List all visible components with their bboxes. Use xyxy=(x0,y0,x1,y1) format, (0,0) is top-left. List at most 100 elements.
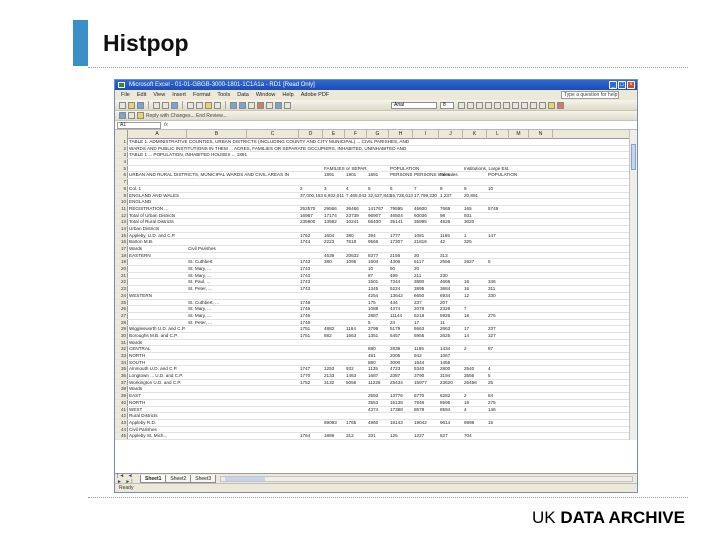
cell[interactable]: 35995 xyxy=(414,219,427,225)
cell[interactable]: 4666 xyxy=(440,279,450,285)
sort-icon[interactable] xyxy=(266,101,273,109)
merge-icon[interactable] xyxy=(512,102,519,109)
cell[interactable]: 79595 xyxy=(390,206,403,212)
cell[interactable]: 8595 xyxy=(440,400,450,406)
cell[interactable]: Civil Parishes xyxy=(129,427,157,433)
close-icon[interactable]: × xyxy=(627,81,635,89)
cell[interactable]: CENTRAL xyxy=(129,346,150,352)
table-row[interactable]: 34 SOUTH 880 3000 1544 1455 xyxy=(115,359,637,367)
hyperlink-icon[interactable] xyxy=(248,101,255,109)
cell[interactable]: 3553 xyxy=(368,400,378,406)
cell[interactable]: 2839 xyxy=(390,346,400,352)
table-row[interactable]: 8 Col. 1 2 3 4 5 6 7 8 9 10 xyxy=(115,185,637,193)
cell[interactable]: St. Cuthbert xyxy=(188,259,213,265)
cell[interactable]: FAMILIES or SEPAR. xyxy=(324,166,368,172)
table-row[interactable]: 9 ENGLAND AND WALES 37,000,153 6,932,011 7,4… xyxy=(115,192,637,200)
row-header[interactable]: 11 xyxy=(115,205,128,212)
cell[interactable]: POPULATION xyxy=(390,166,419,172)
cell[interactable]: 2593 xyxy=(368,393,378,399)
cell[interactable]: 23620 xyxy=(440,380,453,386)
row-header[interactable]: 36 xyxy=(115,373,128,379)
cell[interactable]: Workington U.D. and C.P. xyxy=(129,380,181,386)
column-header[interactable]: B xyxy=(187,130,247,139)
cell[interactable]: 2 xyxy=(464,393,467,399)
cell[interactable]: 1743 xyxy=(300,259,310,265)
cell[interactable]: St. Mary, ... xyxy=(188,313,211,319)
cell[interactable]: Urban Districts xyxy=(129,226,159,232)
cell[interactable]: 1752 xyxy=(300,380,310,386)
maximize-icon[interactable]: □ xyxy=(618,81,626,89)
cell[interactable]: 1165 xyxy=(440,233,450,239)
menu-item-adobe-pdf[interactable]: Adobe PDF xyxy=(301,90,329,100)
cell[interactable]: 1463 xyxy=(346,373,356,379)
cell[interactable]: 2223 xyxy=(324,239,334,245)
horizontal-scrollbar[interactable] xyxy=(220,475,633,482)
menu-item-data[interactable]: Data xyxy=(237,90,249,100)
cell[interactable]: 13582 xyxy=(324,219,337,225)
cell[interactable]: 1501 xyxy=(368,279,378,285)
cell[interactable]: TABLE 1. ADMINISTRATIVE COUNTIES, URBAN … xyxy=(129,139,409,145)
table-row[interactable]: 16 Barton M.B. 1744 2223 7618 9566 17307 21816 4… xyxy=(115,239,637,246)
cell[interactable]: 15138 xyxy=(390,400,403,406)
cell[interactable]: 9 xyxy=(464,186,467,192)
cell[interactable]: 4723 xyxy=(390,366,400,372)
cell[interactable]: 3798 xyxy=(368,326,378,332)
undo-icon[interactable] xyxy=(230,101,237,109)
table-row[interactable]: 13 Total of Rural Districts 235900 13582 102… xyxy=(115,219,637,226)
cell[interactable]: Wards xyxy=(129,386,142,392)
table-row[interactable]: 5 FAMILIES or SEPAR. POPULATION Institution… xyxy=(115,165,637,173)
cell[interactable]: 7344 xyxy=(390,279,400,285)
cell[interactable]: NORTH xyxy=(129,353,145,359)
cell[interactable]: 2156 xyxy=(390,253,400,259)
column-header[interactable]: K xyxy=(463,130,487,139)
row-header[interactable]: 34 xyxy=(115,359,128,366)
cell[interactable]: 5926 xyxy=(440,313,450,319)
cell[interactable]: 4 xyxy=(488,366,491,372)
table-row[interactable]: 14 Urban Districts xyxy=(115,225,637,233)
cell[interactable]: 882 xyxy=(324,333,332,339)
cell[interactable]: 24 xyxy=(390,320,395,326)
cell[interactable]: 17 xyxy=(414,320,419,326)
cell[interactable]: 17 xyxy=(464,326,469,332)
cell[interactable]: 1777 xyxy=(390,233,400,239)
fx-icon[interactable]: fx xyxy=(161,122,171,128)
cell[interactable]: 5224 xyxy=(390,286,400,292)
cell[interactable]: 1891 xyxy=(324,172,334,178)
cell[interactable]: 30 xyxy=(414,253,419,259)
cell[interactable]: Boroughs M.B. and C.P. xyxy=(129,333,178,339)
tab-sheet2[interactable]: Sheet2 xyxy=(165,474,192,483)
row-header[interactable]: 7 xyxy=(115,179,128,185)
cell[interactable]: 931 xyxy=(464,213,472,219)
cell[interactable]: 87 xyxy=(488,346,493,352)
cell[interactable]: 6,932,011 xyxy=(324,193,344,199)
table-row[interactable]: 39 EAST 2593 13776 6770 6282 2 84 xyxy=(115,393,637,400)
cell[interactable]: 5 xyxy=(488,259,491,265)
table-row[interactable]: 41 WEST 4374 17388 8578 8594 4 146 xyxy=(115,406,637,414)
cell[interactable]: 11 xyxy=(440,320,445,326)
cell[interactable]: 481 xyxy=(368,353,376,359)
table-row[interactable]: 20 St. Mary, ... 1743 10 50 20 xyxy=(115,266,637,273)
print-preview-icon[interactable] xyxy=(162,101,169,109)
review-icon[interactable] xyxy=(119,112,126,119)
cell[interactable]: 4374 xyxy=(390,306,400,312)
cell[interactable]: 1351 xyxy=(368,333,378,339)
cell[interactable]: 1746 xyxy=(300,306,310,312)
italic-icon[interactable] xyxy=(467,102,474,109)
cell[interactable]: 4826 xyxy=(440,219,450,225)
vertical-scrollbar[interactable] xyxy=(629,130,637,440)
cell[interactable]: 1088 xyxy=(368,306,378,312)
row-header[interactable]: 44 xyxy=(115,426,128,433)
table-row[interactable]: 37 Workington U.D. and C.P. 1752 3132 5056 11… xyxy=(115,379,637,387)
cell[interactable]: 1743 xyxy=(300,273,310,279)
column-header[interactable]: M xyxy=(509,130,529,139)
cell[interactable]: 125 xyxy=(390,433,398,439)
cell[interactable]: 207 xyxy=(440,300,448,306)
row-header[interactable]: 15 xyxy=(115,232,128,239)
cell[interactable]: 23739 xyxy=(346,213,359,219)
menu-item-insert[interactable]: Insert xyxy=(172,90,186,100)
cell[interactable]: 2625 xyxy=(440,333,450,339)
cell[interactable]: ENGLAND xyxy=(129,199,151,205)
autosum-icon[interactable] xyxy=(257,101,264,109)
column-header[interactable]: G xyxy=(367,130,389,139)
open-icon[interactable] xyxy=(128,101,135,109)
